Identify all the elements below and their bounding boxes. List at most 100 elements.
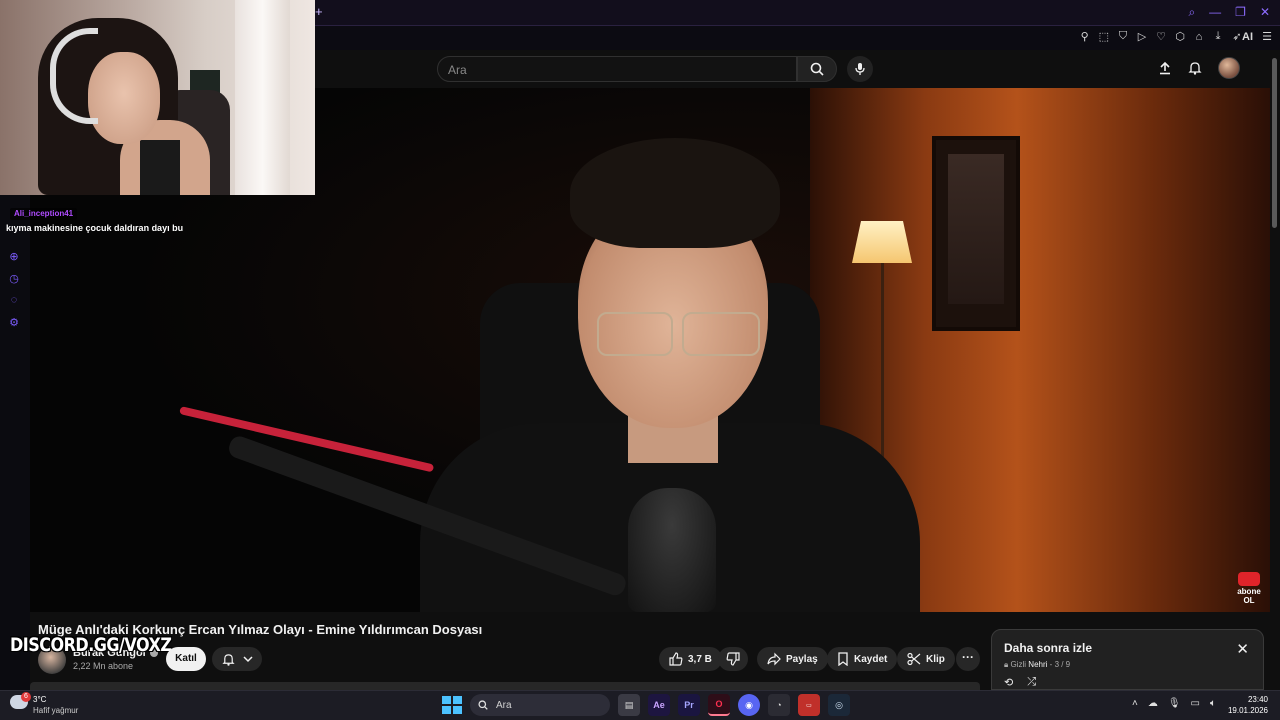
subscribe-watermark[interactable]: abone OL	[1236, 572, 1262, 605]
monitor-icon[interactable]: ▭	[1191, 698, 1200, 709]
after-effects-icon[interactable]: Ae	[648, 694, 670, 716]
like-button[interactable]: 3,7 B	[659, 647, 722, 671]
video-frame-glasses-right	[682, 312, 760, 356]
video-frame-microphone	[628, 488, 716, 612]
streamer-webcam	[0, 0, 315, 195]
screenshot-icon[interactable]: ⬚	[1099, 30, 1109, 43]
new-tab-button[interactable]: +	[315, 4, 323, 19]
profile-icon[interactable]: ⌂	[1194, 31, 1204, 43]
weather-description[interactable]: Hafif yağmur	[33, 706, 78, 715]
discord-overlay-text: DISCORD.GG/VOXZ	[10, 633, 172, 656]
webcam-person-top	[140, 140, 180, 195]
gear-icon: ⚙	[9, 317, 19, 329]
network-app-icon[interactable]: ☁	[1148, 698, 1158, 709]
share-icon	[767, 652, 781, 666]
extensions-icon[interactable]: ⬡	[1175, 30, 1185, 43]
playlist-controls: ⟲ ⤮	[1004, 676, 1036, 689]
more-actions-button[interactable]: ···	[956, 647, 980, 671]
menu-icon[interactable]: ☰	[1262, 30, 1272, 43]
play-icon[interactable]: ▷	[1137, 30, 1147, 43]
subscriber-count: 2,22 Mn abone	[73, 661, 134, 671]
playlist-position: 3 / 9	[1054, 660, 1071, 669]
subscribe-watermark-line2: OL	[1243, 596, 1255, 605]
premiere-icon[interactable]: Pr	[678, 694, 700, 716]
separator: -	[1049, 660, 1053, 669]
chevron-up-icon[interactable]: ˄	[1132, 698, 1138, 709]
extension-toolbar: ⚲ ⬚ ⛉ ▷ ♡ ⬡ ⌂ ⤓ ➶AI ☰	[315, 26, 1280, 50]
search-input[interactable]: Ara	[437, 56, 797, 82]
add-icon: ⊕	[9, 251, 19, 263]
send-icon: ➶	[1232, 31, 1242, 43]
thumbs-up-icon	[669, 652, 683, 666]
video-frame-person-hair	[570, 138, 780, 248]
microphone-icon	[855, 63, 865, 75]
browser-tab-bar: + ⌕ — ❐ ✕	[315, 0, 1280, 26]
account-avatar[interactable]	[1218, 57, 1240, 79]
page-scrollbar[interactable]	[1270, 50, 1280, 690]
share-button[interactable]: Paylaş	[757, 647, 828, 671]
voice-search-button[interactable]	[847, 56, 873, 82]
close-icon[interactable]: ✕	[1236, 640, 1249, 658]
watch-later-title[interactable]: Daha sonra izle	[1004, 641, 1092, 655]
chat-message: kıyma makinesine çocuk daldıran dayı bu	[6, 223, 184, 233]
like-count: 3,7 B	[688, 653, 712, 665]
watch-later-meta: 🔒︎ Gizli Nehri - 3 / 9	[1004, 660, 1070, 670]
weather-temperature[interactable]: 3°C	[33, 695, 46, 704]
window-controls: ⌕ — ❐ ✕	[1188, 5, 1270, 20]
download-icon[interactable]: ⤓	[1213, 30, 1223, 43]
discord-icon[interactable]: ◉	[738, 694, 760, 716]
heart-icon[interactable]: ♡	[1156, 30, 1166, 43]
weather-badge: 6	[21, 692, 31, 702]
scrollbar-thumb[interactable]	[1272, 58, 1277, 228]
bookmark-icon	[838, 652, 848, 666]
left-overlay-strip: ⊕ ◷ ◌ ⚙	[0, 195, 30, 690]
close-window-icon[interactable]: ✕	[1260, 5, 1270, 20]
video-frame-lamp	[852, 221, 912, 263]
save-button[interactable]: Kaydet	[827, 647, 898, 671]
start-button[interactable]	[440, 694, 462, 716]
search-tabs-icon[interactable]: ⌕	[1188, 5, 1195, 20]
microphone-icon[interactable]: 🎙︎	[1168, 698, 1181, 709]
shield-icon[interactable]: ⛉	[1118, 30, 1128, 43]
youtube-header: Ara	[315, 50, 1270, 88]
join-button[interactable]: Katıl	[166, 647, 206, 671]
dislike-button[interactable]	[718, 647, 748, 671]
chat-icon: ◌	[10, 294, 18, 306]
steam-icon[interactable]: ◎	[828, 694, 850, 716]
chat-username: Ali_inception41	[10, 208, 78, 220]
app-icon[interactable]: ▭	[798, 694, 820, 716]
video-frame-glasses-left	[597, 312, 673, 356]
file-explorer-icon[interactable]: ▤	[618, 694, 640, 716]
share-label: Paylaş	[786, 653, 818, 665]
pin-icon[interactable]: ⚲	[1080, 30, 1090, 43]
playlist-privacy: Gizli	[1010, 660, 1027, 669]
youtube-logo-icon	[1238, 572, 1260, 586]
description-box-edge	[30, 682, 980, 690]
clip-button[interactable]: Klip	[897, 647, 955, 671]
video-frame-picture	[932, 136, 1020, 331]
clipboard-icon[interactable]: ◔	[768, 694, 790, 716]
speaker-icon[interactable]: 🔈︎	[1210, 698, 1216, 709]
thumbs-down-icon	[726, 652, 740, 666]
subscribe-watermark-line1: abone	[1237, 587, 1261, 596]
taskbar-clock[interactable]: 23:40 19.01.2026	[1228, 694, 1268, 716]
taskbar-search[interactable]: Ara	[470, 694, 610, 716]
watch-later-panel: Daha sonra izle 🔒︎ Gizli Nehri - 3 / 9 ✕…	[991, 629, 1264, 690]
system-tray: ˄ ☁ 🎙︎ ▭ 🔈︎	[1132, 698, 1216, 709]
webcam-person-face	[88, 52, 160, 144]
upload-icon[interactable]	[1158, 61, 1172, 75]
subscription-bell-button[interactable]	[212, 647, 262, 671]
ai-button[interactable]: ➶AI	[1232, 30, 1253, 43]
shuffle-icon[interactable]: ⤮	[1027, 676, 1036, 689]
search-button[interactable]	[797, 56, 837, 82]
minimize-icon[interactable]: —	[1209, 5, 1221, 20]
opera-gx-icon[interactable]: O	[708, 694, 730, 716]
save-label: Kaydet	[854, 653, 888, 665]
search-icon	[810, 62, 824, 76]
notifications-bell-icon[interactable]	[1188, 61, 1202, 75]
playlist-owner[interactable]: Nehri	[1028, 660, 1047, 669]
screen: + ⌕ — ❐ ✕ ⚲ ⬚ ⛉ ▷ ♡ ⬡ ⌂ ⤓ ➶AI ☰ Ara abon…	[0, 0, 1280, 720]
bell-icon	[221, 653, 235, 666]
loop-icon[interactable]: ⟲	[1004, 676, 1013, 689]
restore-icon[interactable]: ❐	[1235, 5, 1246, 20]
